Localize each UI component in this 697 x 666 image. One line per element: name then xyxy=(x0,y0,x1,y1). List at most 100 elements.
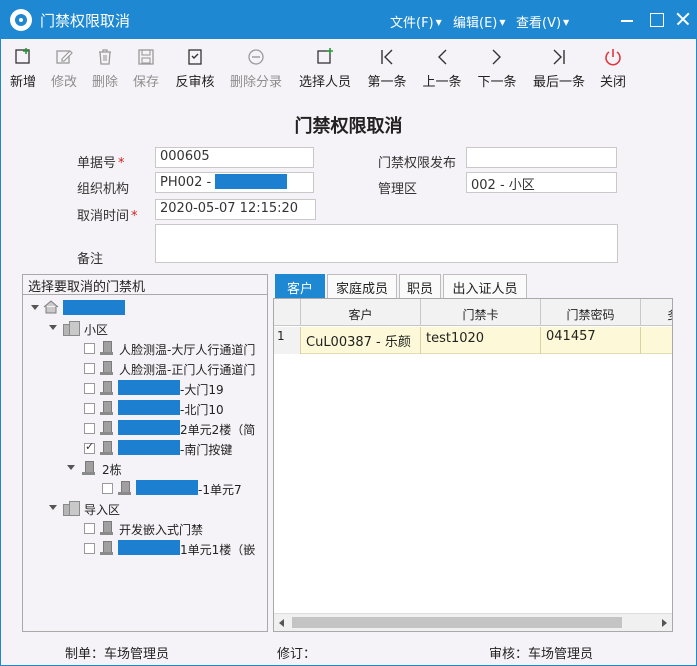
tree-node-group[interactable]: 导入区 xyxy=(23,499,267,517)
remark-field[interactable] xyxy=(155,224,618,263)
close-button[interactable]: 关闭 xyxy=(598,47,628,90)
cell-password[interactable]: 041457 xyxy=(541,327,641,354)
tree-node-device[interactable]: -北门10 xyxy=(23,399,267,417)
delete-entry-button[interactable]: 删除分录 xyxy=(227,47,285,90)
area-field[interactable]: 002 - 小区 xyxy=(466,172,617,193)
device-checkbox[interactable] xyxy=(84,523,95,534)
redacted-block xyxy=(118,540,180,555)
redacted-block xyxy=(118,380,180,395)
tree-node-root[interactable] xyxy=(23,299,267,317)
expand-icon[interactable] xyxy=(31,305,39,310)
cell-customer[interactable]: CuL00387 - 乐颜 xyxy=(301,327,421,354)
first-record-button[interactable]: 第一条 xyxy=(365,47,409,90)
row-number-header xyxy=(274,299,301,326)
tab-family-members[interactable]: 家庭成员 xyxy=(327,274,397,298)
remark-label: 备注 xyxy=(77,252,104,267)
horizontal-scrollbar[interactable] xyxy=(274,613,672,631)
publish-field[interactable] xyxy=(466,147,617,168)
last-record-button[interactable]: 最后一条 xyxy=(531,47,587,90)
tree-node-device[interactable]: 人脸测温-大厅人行通道门 xyxy=(23,339,267,357)
tree-node-device[interactable]: 开发嵌入式门禁 xyxy=(23,519,267,537)
door-device-icon xyxy=(100,361,113,375)
cell-card[interactable]: test1020 xyxy=(421,327,541,354)
device-checkbox[interactable] xyxy=(84,403,95,414)
device-checkbox[interactable] xyxy=(84,423,95,434)
expand-icon[interactable] xyxy=(67,465,75,470)
expand-icon[interactable] xyxy=(49,325,57,330)
select-person-button[interactable]: 选择人员 xyxy=(297,47,353,90)
door-device-icon xyxy=(100,421,113,435)
scroll-right-icon[interactable] xyxy=(662,619,667,627)
scroll-left-icon[interactable] xyxy=(279,619,284,627)
tab-pass-holders[interactable]: 出入证人员 xyxy=(443,274,527,298)
tab-customer[interactable]: 客户 xyxy=(275,274,325,298)
device-checkbox[interactable] xyxy=(84,363,95,374)
device-checkbox-checked[interactable] xyxy=(84,440,95,454)
publish-label: 门禁权限发布 xyxy=(378,156,457,171)
door-device-icon xyxy=(100,341,113,355)
app-window: 门禁权限取消 文件(F) ▼ 编辑(E) ▼ 查看(V) ▼ 新增 修改 删除 保存 … xyxy=(0,0,697,666)
org-field[interactable]: PH002 - xyxy=(155,172,314,193)
group-icon xyxy=(63,501,80,516)
auditor-text: 审核：车场管理员 xyxy=(489,647,594,662)
close-window-button[interactable] xyxy=(671,7,695,31)
tree-node-device[interactable]: 2单元2楼（简 xyxy=(23,419,267,437)
redacted-block xyxy=(63,300,125,315)
building-icon xyxy=(82,461,95,475)
revise-text: 修订： xyxy=(277,647,317,662)
person-type-tabs: 客户 家庭成员 职员 出入证人员 xyxy=(273,274,673,298)
unapprove-icon xyxy=(188,49,202,65)
tree-node-device[interactable]: 人脸测温-正门人行通道门 xyxy=(23,359,267,377)
next-record-button[interactable]: 下一条 xyxy=(475,47,519,90)
column-header-card[interactable]: 门禁卡 xyxy=(421,299,541,326)
door-device-icon xyxy=(118,481,131,495)
doc-no-field[interactable]: 000605 xyxy=(155,147,314,168)
tab-staff[interactable]: 职员 xyxy=(399,274,441,298)
minimize-button[interactable] xyxy=(615,7,639,31)
menu-edit[interactable]: 编辑(E) ▼ xyxy=(453,12,506,31)
device-tree-panel: 选择要取消的门禁机 小区 人脸测温-大厅人行通道门 人脸测温-正门人行通道门 -… xyxy=(22,274,268,632)
device-checkbox[interactable] xyxy=(84,343,95,354)
unapprove-button[interactable]: 反审核 xyxy=(173,47,217,90)
tree-node-device[interactable]: 1单元1楼（嵌 xyxy=(23,539,267,557)
tree-node-group[interactable]: 小区 xyxy=(23,319,267,337)
table-row[interactable]: 1 CuL00387 - 乐颜 test1020 041457 xyxy=(274,327,672,354)
new-button[interactable]: 新增 xyxy=(8,47,38,90)
prev-record-button[interactable]: 上一条 xyxy=(420,47,464,90)
expand-icon[interactable] xyxy=(49,505,57,510)
redacted-block xyxy=(118,400,180,415)
caret-down-icon: ▼ xyxy=(435,18,442,27)
door-device-icon xyxy=(100,541,113,555)
edit-button[interactable]: 修改 xyxy=(49,47,79,90)
device-checkbox[interactable] xyxy=(84,383,95,394)
column-header-more[interactable]: 多 xyxy=(641,299,672,326)
tree-node-device[interactable]: -大门19 xyxy=(23,379,267,397)
add-icon xyxy=(15,48,30,64)
scroll-thumb[interactable] xyxy=(292,617,622,628)
maker-text: 制单：车场管理员 xyxy=(65,647,170,662)
home-icon xyxy=(43,300,59,314)
menu-file[interactable]: 文件(F) ▼ xyxy=(390,12,442,31)
maximize-button[interactable] xyxy=(645,7,669,31)
device-checkbox[interactable] xyxy=(102,483,113,494)
cell-more[interactable] xyxy=(641,327,672,354)
cancel-time-field[interactable]: 2020-05-07 12:15:20 xyxy=(155,199,316,220)
device-checkbox[interactable] xyxy=(84,543,95,554)
tree-node-building[interactable]: 2栋 xyxy=(23,459,267,477)
redacted-block xyxy=(215,174,288,189)
door-device-icon xyxy=(100,441,113,455)
column-header-password[interactable]: 门禁密码 xyxy=(541,299,641,326)
title-bar: 门禁权限取消 文件(F) ▼ 编辑(E) ▼ 查看(V) ▼ xyxy=(1,1,696,39)
first-record-icon xyxy=(381,49,393,65)
tree-node-device[interactable]: -1单元7 xyxy=(23,479,267,497)
device-tree-header: 选择要取消的门禁机 xyxy=(23,275,267,295)
column-header-customer[interactable]: 客户 xyxy=(301,299,421,326)
tree-node-device[interactable]: -南门按键 xyxy=(23,439,267,457)
caret-down-icon: ▼ xyxy=(563,18,570,27)
next-record-icon xyxy=(492,49,501,65)
save-button[interactable]: 保存 xyxy=(131,47,161,90)
row-number: 1 xyxy=(274,327,301,354)
delete-button[interactable]: 删除 xyxy=(90,47,120,90)
menu-view[interactable]: 查看(V) ▼ xyxy=(516,12,569,31)
prev-record-icon xyxy=(438,49,447,65)
